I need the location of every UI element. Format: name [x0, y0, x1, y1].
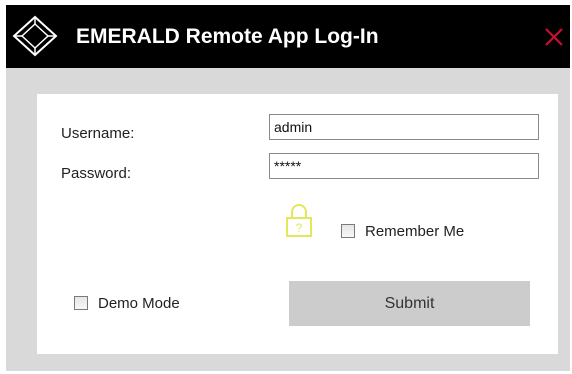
svg-text:?: ?	[296, 221, 303, 235]
password-input[interactable]	[269, 153, 539, 179]
password-label: Password:	[61, 165, 132, 182]
diamond-logo-icon	[12, 15, 58, 57]
title-bar[interactable]: EMERALD Remote App Log-In	[6, 5, 570, 68]
submit-button[interactable]: Submit	[289, 281, 530, 326]
lock-question-icon: ?	[286, 204, 312, 237]
window-title: EMERALD Remote App Log-In	[76, 25, 379, 48]
username-input[interactable]	[269, 114, 539, 140]
login-form-panel: Username: Password: ? Remember Me Demo M…	[37, 94, 558, 354]
remember-me-checkbox[interactable]	[341, 224, 355, 238]
demo-mode-checkbox[interactable]	[74, 296, 88, 310]
username-label: Username:	[61, 125, 135, 142]
remember-me-label[interactable]: Remember Me	[365, 223, 464, 240]
login-window: EMERALD Remote App Log-In Username: Pass…	[6, 5, 570, 371]
demo-mode-label[interactable]: Demo Mode	[98, 295, 180, 312]
close-icon[interactable]	[543, 26, 565, 48]
